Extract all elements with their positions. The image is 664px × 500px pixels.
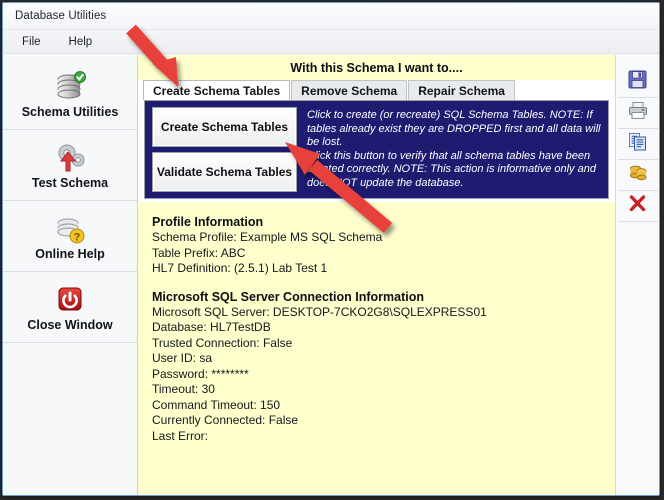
sidebar-filler <box>3 343 137 414</box>
copy-icon <box>628 132 647 156</box>
tab-label: Create Schema Tables <box>153 83 281 98</box>
action-button-group: Create Schema Tables Validate Schema Tab… <box>152 107 297 192</box>
create-schema-tables-button[interactable]: Create Schema Tables <box>152 107 297 147</box>
info-line-trusted-connection: Trusted Connection: False <box>152 335 293 350</box>
sidebar-item-label: Close Window <box>27 317 113 332</box>
save-button[interactable] <box>617 67 658 98</box>
button-label: Create Schema Tables <box>160 120 289 134</box>
save-floppy-icon <box>628 70 647 94</box>
info-line-command-timeout: Command Timeout: 150 <box>152 397 281 412</box>
sidebar-item-label: Schema Utilities <box>21 104 119 119</box>
tab-label: Remove Schema <box>301 83 398 98</box>
tab-strip: Create Schema Tables Remove Schema Repai… <box>138 80 615 100</box>
sidebar-item-close-window[interactable]: Close Window <box>3 272 137 343</box>
info-line-user-id: User ID: sa <box>152 351 213 365</box>
tab-label: Repair Schema <box>418 83 505 98</box>
info-line-database: Database: HL7TestDB <box>152 320 271 334</box>
info-line-currently-connected: Currently Connected: False <box>152 413 299 427</box>
menu-help[interactable]: Help <box>66 35 96 49</box>
info-panel: Profile Information Schema Profile: Exam… <box>138 199 615 495</box>
title-bar: Database Utilities <box>3 3 659 30</box>
banner: With this Schema I want to.... <box>138 55 615 80</box>
red-x-icon <box>628 194 647 218</box>
info-line-password: Password: ******** <box>152 366 249 381</box>
database-question-icon: ? <box>53 212 87 246</box>
validate-schema-tables-button[interactable]: Validate Schema Tables <box>152 152 297 192</box>
gears-arrow-icon <box>53 141 87 175</box>
svg-text:?: ? <box>74 231 81 243</box>
profile-information-heading: Profile Information <box>152 215 264 229</box>
info-line-timeout: Timeout: 30 <box>152 382 215 396</box>
application-window: Database Utilities File Help Schema Util… <box>2 2 660 496</box>
tab-remove-schema[interactable]: Remove Schema <box>291 80 408 100</box>
copy-button[interactable] <box>617 129 658 160</box>
menu-file[interactable]: File <box>19 35 44 49</box>
menu-bar: File Help <box>3 30 659 54</box>
action-panel: Create Schema Tables Validate Schema Tab… <box>144 100 609 199</box>
database-icon <box>628 163 648 187</box>
sql-connection-heading: Microsoft SQL Server Connection Informat… <box>152 289 425 304</box>
main-content: With this Schema I want to.... Create Sc… <box>138 55 615 495</box>
tab-create-schema-tables[interactable]: Create Schema Tables <box>143 80 291 100</box>
sidebar-item-schema-utilities[interactable]: Schema Utilities <box>3 59 137 130</box>
sidebar-item-label: Test Schema <box>31 175 109 190</box>
info-line-table-prefix: Table Prefix: ABC <box>152 245 246 260</box>
validate-schema-tables-description: Click this button to verify that all sch… <box>307 149 596 189</box>
sidebar: Schema Utilities Test Schema ? Online He… <box>3 55 138 495</box>
sidebar-item-label: Online Help <box>35 246 105 261</box>
info-line-hl7-definition: HL7 Definition: (2.5.1) Lab Test 1 <box>152 261 328 275</box>
database-check-icon <box>53 70 87 104</box>
action-panel-wrap: Create Schema Tables Validate Schema Tab… <box>138 100 615 199</box>
printer-icon <box>628 101 648 125</box>
action-descriptions: Click to create (or recreate) SQL Schema… <box>297 107 608 192</box>
create-schema-tables-description: Click to create (or recreate) SQL Schema… <box>307 109 601 148</box>
body-area: Schema Utilities Test Schema ? Online He… <box>3 55 659 495</box>
banner-text: With this Schema I want to.... <box>290 60 463 75</box>
database-button[interactable] <box>617 160 658 191</box>
icon-toolbar <box>615 55 659 495</box>
info-line-last-error: Last Error: <box>152 428 209 443</box>
tab-repair-schema[interactable]: Repair Schema <box>408 80 515 100</box>
sidebar-item-online-help[interactable]: ? Online Help <box>3 201 137 272</box>
info-line-schema-profile: Schema Profile: Example MS SQL Schema <box>152 230 383 244</box>
window-title: Database Utilities <box>15 10 107 22</box>
sidebar-item-test-schema[interactable]: Test Schema <box>3 130 137 201</box>
power-icon <box>54 283 86 317</box>
button-label: Validate Schema Tables <box>156 165 293 179</box>
clear-button[interactable] <box>617 191 658 222</box>
info-line-sql-server: Microsoft SQL Server: DESKTOP-7CKO2G8\SQ… <box>152 304 487 319</box>
print-button[interactable] <box>617 98 658 129</box>
